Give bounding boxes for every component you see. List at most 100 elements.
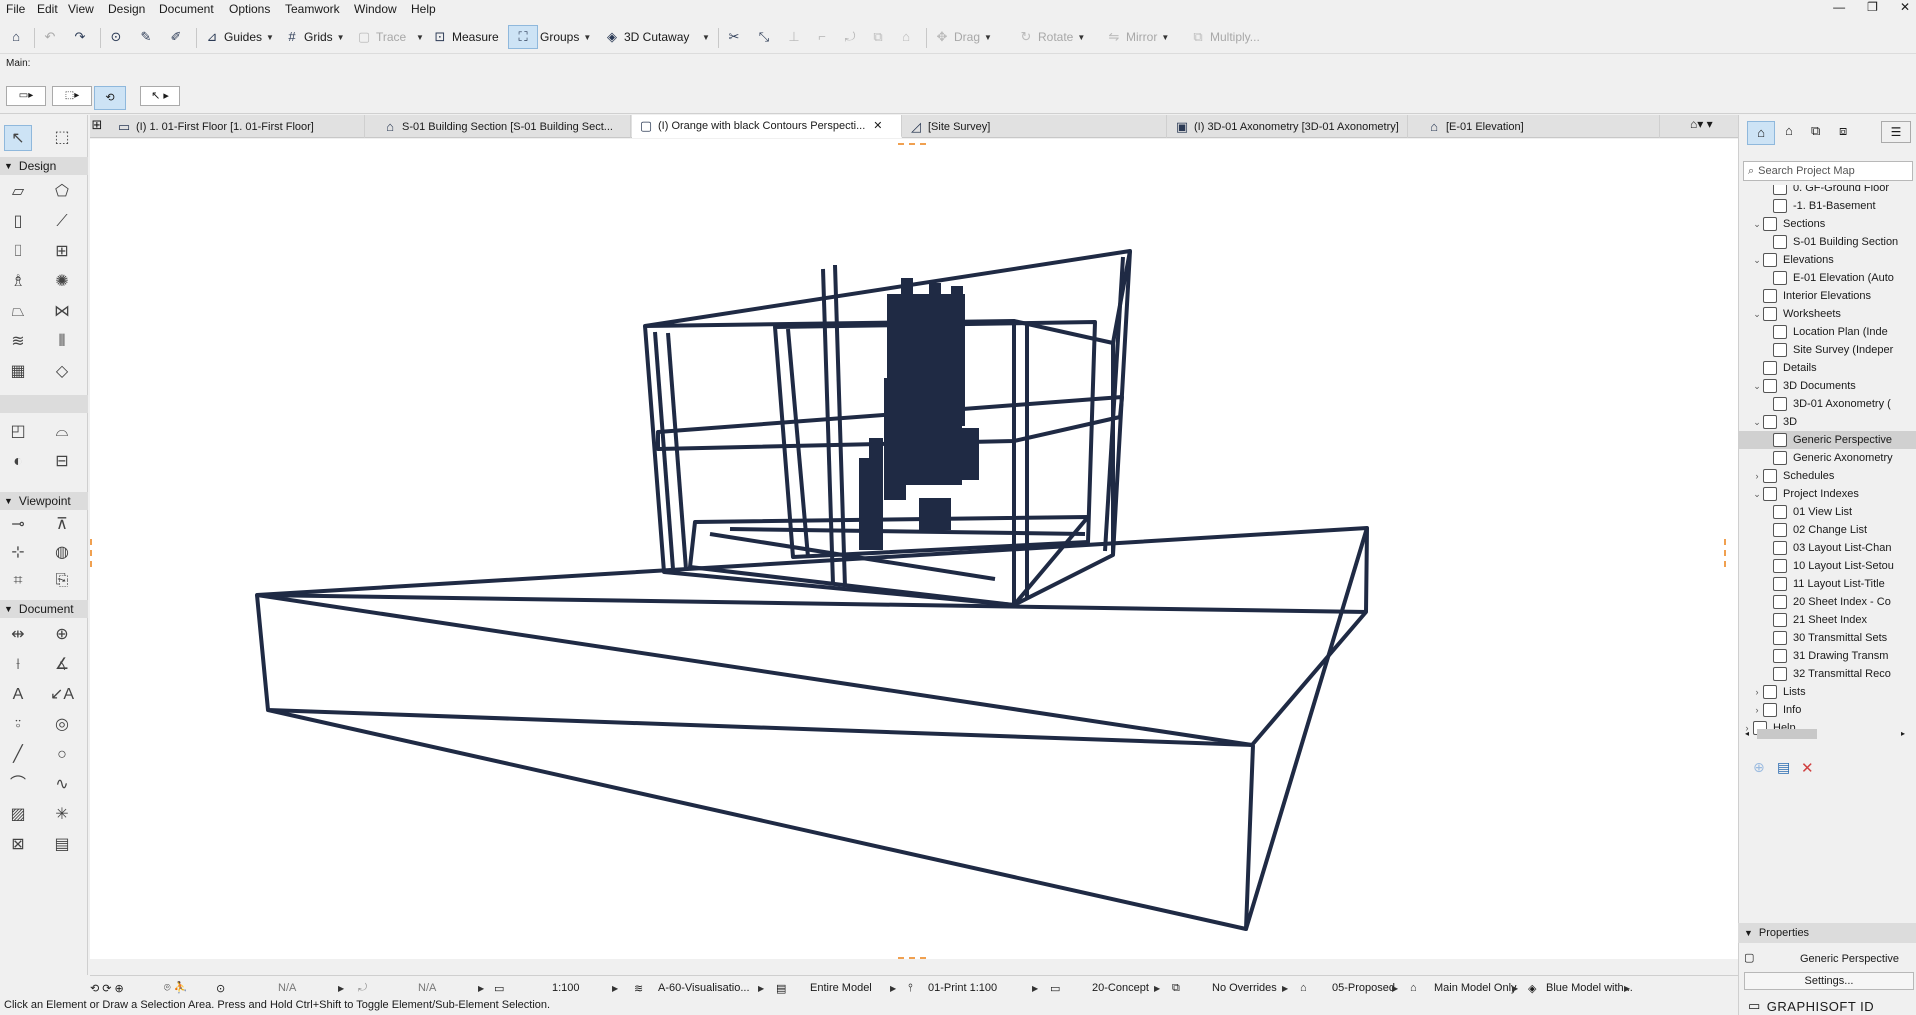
beam-tool-icon[interactable]: ⟋ <box>48 209 76 235</box>
tab-elevation[interactable]: ⌂ [E-01 Elevation] <box>1420 115 1660 138</box>
morph-tool-icon[interactable]: ◇ <box>48 359 76 385</box>
mirror-button[interactable]: ⇋ Mirror ▼ <box>1106 25 1170 49</box>
redo-icon[interactable]: ↷ <box>72 25 88 49</box>
menu-document[interactable]: Document <box>159 2 214 16</box>
hotspot-tool-icon[interactable]: ✳ <box>48 802 76 828</box>
properties-header[interactable]: ▼ Properties <box>1738 923 1916 943</box>
style-value[interactable]: Blue Model with... <box>1546 979 1633 997</box>
tab-menu-icon[interactable]: ⌂▾ ▾ <box>1690 117 1734 135</box>
skylight-tool-icon[interactable]: ◰ <box>4 419 32 445</box>
project-map-item[interactable]: 10 Layout List-Setou <box>1739 557 1916 575</box>
marquee-method-icon[interactable]: ⬚▸ <box>52 86 92 106</box>
collapse-chevron-icon[interactable]: › <box>1751 705 1763 715</box>
menu-teamwork[interactable]: Teamwork <box>285 2 340 16</box>
project-map-icon[interactable]: ⌂ <box>1747 121 1775 145</box>
project-map-item[interactable]: › Lists <box>1739 683 1916 701</box>
overrides-dropdown[interactable]: ▶ <box>1282 979 1288 997</box>
pen-set-dropdown[interactable]: ▶ <box>1032 979 1038 997</box>
structure-value[interactable]: Main Model Only <box>1434 979 1517 997</box>
tab-first-floor[interactable]: ▭ (I) 1. 01-First Floor [1. 01-First Floo… <box>110 115 365 138</box>
project-map-item[interactable]: 3D-01 Axonometry ( <box>1739 395 1916 413</box>
mvo-dropdown[interactable]: ▶ <box>1154 979 1160 997</box>
figure-tool-icon[interactable]: ⊠ <box>4 832 32 858</box>
measure-button[interactable]: ⊡ Measure <box>432 25 499 49</box>
selection-method-icon[interactable]: ▭▸ <box>6 86 46 106</box>
tab-axonometry[interactable]: ▣ (I) 3D-01 Axonometry [3D-01 Axonometry] <box>1168 115 1408 138</box>
text-tool-icon[interactable]: A <box>4 682 32 708</box>
design-section-header[interactable]: ▼ Design <box>0 157 88 175</box>
tree-horizontal-scrollbar[interactable]: ◂ ▸ <box>1745 729 1911 739</box>
project-map-item[interactable]: ⌄ 3D <box>1739 413 1916 431</box>
orbit-icon[interactable]: ⌾ ⛹ <box>164 979 187 997</box>
column-tool-icon[interactable]: ▯ <box>4 209 32 235</box>
menu-view[interactable]: View <box>68 2 94 16</box>
trace-button[interactable]: ▢ Trace <box>356 25 406 49</box>
tab-perspective[interactable]: ▢ (I) Orange with black Contours Perspect… <box>632 115 902 138</box>
pen-set-value[interactable]: 01-Print 1:100 <box>928 979 997 997</box>
project-map-item[interactable]: 11 Layout List-Title <box>1739 575 1916 593</box>
scale-value[interactable]: 1:100 <box>552 979 580 997</box>
settings-button[interactable]: Settings... <box>1744 972 1914 990</box>
spline-tool-icon[interactable]: ∿ <box>48 772 76 798</box>
mvo-value[interactable]: 20-Concept <box>1092 979 1149 997</box>
project-map-item[interactable]: ⌄ Elevations <box>1739 251 1916 269</box>
project-map-item[interactable]: Generic Perspective <box>1739 431 1916 449</box>
grids-button[interactable]: # Grids ▼ <box>284 25 344 49</box>
rotation-dropdown[interactable]: ▶ <box>478 979 484 997</box>
tab-site-survey[interactable]: ◿ [Site Survey] <box>902 115 1167 138</box>
worksheet-tool-icon[interactable]: ◍ <box>48 540 76 566</box>
hatch-tool-icon[interactable]: ▨ <box>4 802 32 828</box>
menu-file[interactable]: File <box>6 2 25 16</box>
door-tool-icon[interactable]: ⌷ <box>4 239 32 265</box>
project-map-item[interactable]: 02 Change List <box>1739 521 1916 539</box>
project-map-item[interactable]: 31 Drawing Transm <box>1739 647 1916 665</box>
collapse-chevron-icon[interactable]: › <box>1751 471 1763 481</box>
tab-building-section[interactable]: ⌂ S-01 Building Section [S-01 Building Se… <box>376 115 631 138</box>
project-map-item[interactable]: 30 Transmittal Sets <box>1739 629 1916 647</box>
rotation-icon[interactable]: ⤾ <box>358 979 367 997</box>
zoom-value[interactable]: N/A <box>278 979 296 997</box>
zoom-dropdown[interactable]: ▶ <box>338 979 344 997</box>
dimension-tool-icon[interactable]: ⇹ <box>4 622 32 648</box>
drag-button[interactable]: ✥ Drag ▼ <box>934 25 992 49</box>
project-map-item[interactable]: ⌄ 3D Documents <box>1739 377 1916 395</box>
marker-tool-icon[interactable]: ⍤ <box>4 712 32 738</box>
project-map-item[interactable]: Generic Axonometry <box>1739 449 1916 467</box>
expand-chevron-icon[interactable]: ⌄ <box>1751 255 1763 266</box>
view-map-icon[interactable]: ⌂ <box>1785 123 1793 138</box>
close-tab-icon[interactable]: ✕ <box>873 119 882 132</box>
close-button[interactable]: ✕ <box>1900 0 1910 18</box>
terrain-tool-icon[interactable]: ⌓ <box>48 419 76 445</box>
overrides-value[interactable]: No Overrides <box>1212 979 1277 997</box>
multiply-button[interactable]: ⧉ Multiply... <box>1190 25 1259 49</box>
adjust-icon[interactable]: ⤡ <box>756 25 772 49</box>
expand-chevron-icon[interactable]: ⌄ <box>1751 489 1763 500</box>
project-map-item[interactable]: 01 View List <box>1739 503 1916 521</box>
layout-book-icon[interactable]: ⧉ <box>1811 123 1820 139</box>
inject-icon[interactable]: ✐ <box>168 25 184 49</box>
menu-design[interactable]: Design <box>108 2 145 16</box>
model-view-value[interactable]: Entire Model <box>810 979 872 997</box>
expand-chevron-icon[interactable]: ⌄ <box>1751 219 1763 230</box>
opening-tool-icon[interactable]: ⊟ <box>48 449 76 475</box>
home-icon[interactable]: ⌂ <box>8 25 24 49</box>
angle-dimension-tool-icon[interactable]: ∡ <box>48 652 76 678</box>
project-map-item[interactable]: 03 Layout List-Chan <box>1739 539 1916 557</box>
project-map-item[interactable]: E-01 Elevation (Auto <box>1739 269 1916 287</box>
view-settings-icon[interactable]: ▤ <box>1777 759 1790 776</box>
delete-view-icon[interactable]: ✕ <box>1801 759 1814 777</box>
graphisoft-id[interactable]: ▭ GRAPHISOFT ID <box>1738 997 1916 1015</box>
project-map-item[interactable]: Site Survey (Indeper <box>1739 341 1916 359</box>
menu-edit[interactable]: Edit <box>37 2 58 16</box>
rotate-button[interactable]: ↻ Rotate ▼ <box>1018 25 1086 49</box>
project-map-search[interactable]: ⌕ Search Project Map <box>1743 161 1913 181</box>
model-view-dropdown[interactable]: ▶ <box>890 979 896 997</box>
interior-elevation-tool-icon[interactable]: ⊹ <box>4 540 32 566</box>
restore-button[interactable]: ❐ <box>1867 0 1878 18</box>
project-map-item[interactable]: Location Plan (Inde <box>1739 323 1916 341</box>
zoom-value-icon[interactable]: ⊙ <box>216 979 225 997</box>
project-map-item[interactable]: ⌄ Sections <box>1739 215 1916 233</box>
resize-icon[interactable]: ⌂ <box>898 25 914 49</box>
project-map-item[interactable]: Details <box>1739 359 1916 377</box>
menu-window[interactable]: Window <box>354 2 397 16</box>
